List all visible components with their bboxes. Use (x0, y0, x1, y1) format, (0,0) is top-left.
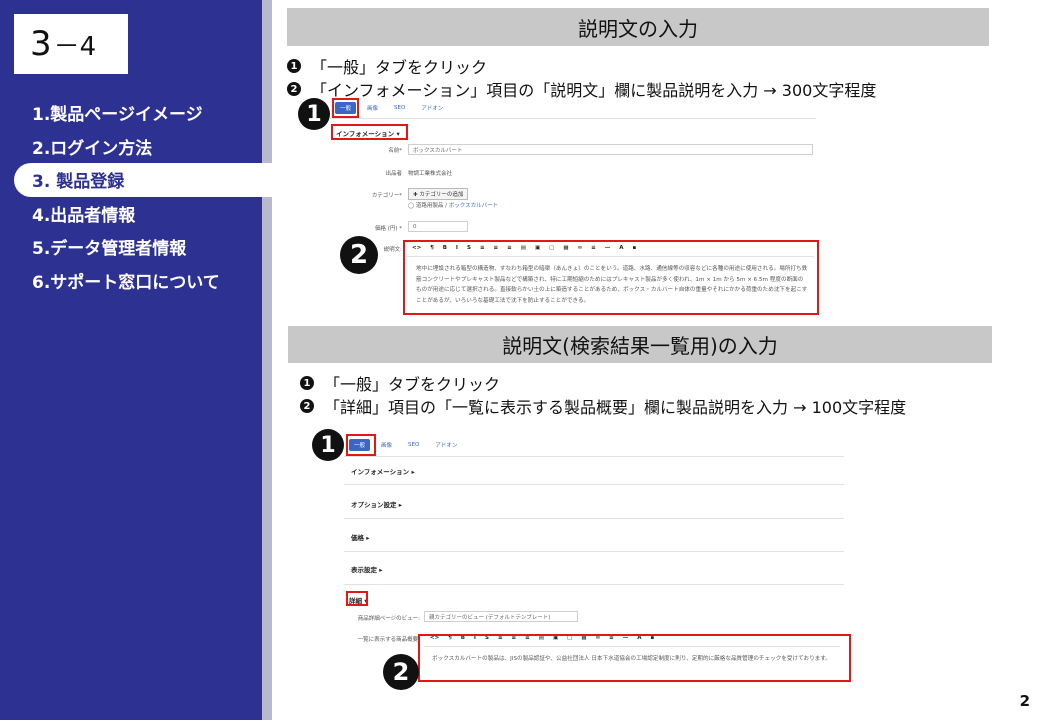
name-label: 名前* (388, 148, 402, 154)
category-path-prefix: ◯ 道路用製品 / (408, 203, 449, 209)
step-number-icon: 2 (287, 82, 301, 96)
menu-item-support[interactable]: 6.サポート窓口について (0, 264, 272, 298)
maker-label: 出品者 (385, 171, 402, 177)
badge-2-icon: 2 (383, 654, 419, 690)
add-category-button[interactable]: ✚ カテゴリーの追加 (408, 188, 469, 200)
highlight-summary (418, 634, 851, 682)
tab-seo[interactable]: SEO (389, 103, 410, 113)
divider (344, 551, 844, 552)
tab-addon[interactable]: アドオン (430, 439, 462, 451)
view-label: 商品詳細ページのビュー: (357, 616, 420, 622)
section2-title: 説明文(検索結果一覧用)の入力 (288, 326, 992, 363)
menu-item-product-registration[interactable]: 3. 製品登録 (14, 163, 272, 197)
divider (344, 484, 844, 485)
name-input[interactable]: ボックスカルバート (408, 144, 813, 155)
section1-title: 説明文の入力 (287, 8, 989, 46)
highlight-general-tab (332, 98, 359, 118)
section2-step1: 1 「一般」タブをクリック (300, 371, 500, 395)
tab-seo[interactable]: SEO (403, 440, 424, 450)
category-label: カテゴリー* (371, 193, 402, 199)
menu-item-seller-info[interactable]: 4.出品者情報 (0, 197, 272, 231)
collapsible-information[interactable]: インフォメーション ▸ (351, 466, 415, 476)
section1-step1: 1 「一般」タブをクリック (287, 54, 487, 78)
step-number-icon: 2 (300, 399, 314, 413)
menu-item-product-page[interactable]: 1.製品ページイメージ (0, 96, 272, 130)
tab-images[interactable]: 画像 (376, 439, 397, 451)
sidebar-menu: 1.製品ページイメージ 2.ログイン方法 3. 製品登録 4.出品者情報 5.デ… (0, 96, 272, 297)
step-number-icon: 1 (300, 376, 314, 390)
maker-value: 物調工業株式会社 (408, 171, 453, 177)
menu-item-data-admin[interactable]: 5.データ管理者情報 (0, 230, 272, 264)
price-input[interactable]: 0 (408, 221, 468, 232)
badge-1-icon: 1 (312, 429, 344, 461)
slide-number-box: 3 －4 (14, 14, 128, 74)
step-number-icon: 1 (287, 59, 301, 73)
category-path: ◯ 道路用製品 / ボックスカルバート (408, 201, 498, 209)
section2-step1-text: 「一般」タブをクリック (324, 375, 501, 394)
badge-2-icon: 2 (340, 236, 378, 274)
summary-label: 一覧に表示する商品概要: (357, 637, 420, 643)
collapsible-price[interactable]: 価格 ▸ (351, 532, 370, 542)
divider (330, 118, 816, 119)
divider (344, 584, 844, 585)
tab-images[interactable]: 画像 (362, 102, 383, 114)
divider (344, 456, 844, 457)
highlight-info-section (331, 124, 408, 140)
price-label: 価格 (円) * (374, 226, 402, 232)
divider (344, 518, 844, 519)
section1-step1-text: 「一般」タブをクリック (311, 58, 488, 77)
tab-addon[interactable]: アドオン (416, 102, 448, 114)
highlight-general-tab (346, 434, 376, 456)
badge-1-icon: 1 (298, 98, 330, 130)
slide-subnumber: －4 (53, 31, 97, 62)
collapsible-options[interactable]: オプション設定 ▸ (351, 499, 402, 509)
highlight-description (403, 240, 819, 315)
section2-step2: 2 「詳細」項目の「一覧に表示する製品概要」欄に製品説明を入力 → 100文字程… (300, 394, 906, 418)
page-number: 2 (1019, 692, 1030, 710)
view-select[interactable]: 親カテゴリーのビュー (デフォルトテンプレート) (424, 611, 578, 622)
slide-number: 3 (30, 24, 52, 64)
menu-item-login[interactable]: 2.ログイン方法 (0, 130, 272, 164)
highlight-detail-section (346, 591, 368, 606)
category-path-link[interactable]: ボックスカルバート (449, 203, 498, 209)
collapsible-display[interactable]: 表示設定 ▸ (351, 564, 383, 574)
section2-step2-text: 「詳細」項目の「一覧に表示する製品概要」欄に製品説明を入力 → 100文字程度 (324, 398, 907, 417)
